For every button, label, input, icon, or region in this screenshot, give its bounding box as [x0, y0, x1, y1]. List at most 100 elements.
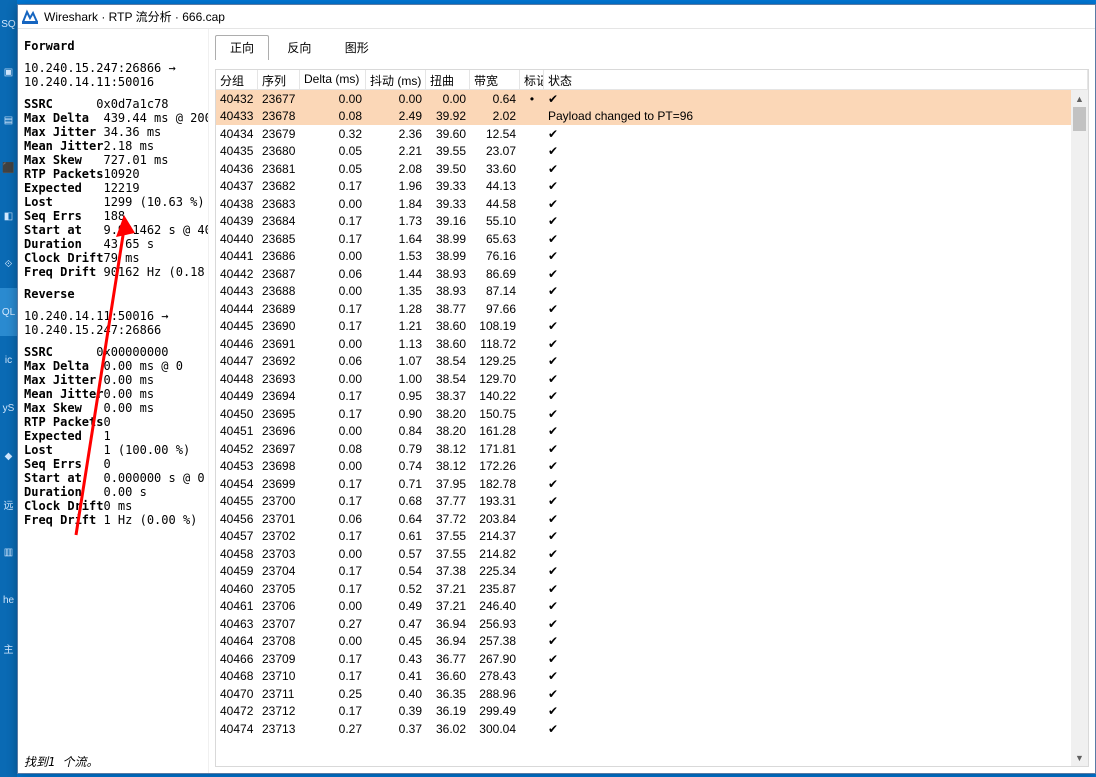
cell-status: ✔: [544, 407, 1088, 421]
cell-group: 40456: [216, 512, 258, 526]
cell-skew: 38.99: [426, 232, 470, 246]
cell-delta: 0.00: [300, 547, 366, 561]
cell-skew: 36.02: [426, 722, 470, 736]
table-row[interactable]: 40449236940.170.9538.37140.22✔: [216, 388, 1088, 406]
cell-bw: 256.93: [470, 617, 520, 631]
col-status[interactable]: 状态: [544, 70, 1088, 89]
table-row[interactable]: 40463237070.270.4736.94256.93✔: [216, 615, 1088, 633]
desktop-icon[interactable]: ▣: [0, 48, 17, 96]
table-body[interactable]: 40432236770.000.000.000.64•✔40433236780.…: [216, 90, 1088, 766]
table-row[interactable]: 40435236800.052.2139.5523.07✔: [216, 143, 1088, 161]
scrollbar[interactable]: ▲ ▼: [1071, 90, 1088, 766]
titlebar[interactable]: Wireshark · RTP 流分析 · 666.cap: [18, 5, 1095, 29]
cell-status: ✔: [544, 687, 1088, 701]
table-header[interactable]: 分组 序列 Delta (ms) 抖动 (ms) 扭曲 带宽 标记 状态: [216, 70, 1088, 90]
table-row[interactable]: 40434236790.322.3639.6012.54✔: [216, 125, 1088, 143]
table-row[interactable]: 40438236830.001.8439.3344.58✔: [216, 195, 1088, 213]
cell-group: 40464: [216, 634, 258, 648]
table-row[interactable]: 40455237000.170.6837.77193.31✔: [216, 493, 1088, 511]
table-row[interactable]: 40447236920.061.0738.54129.25✔: [216, 353, 1088, 371]
cell-seq: 23708: [258, 634, 300, 648]
table-row[interactable]: 40474237130.270.3736.02300.04✔: [216, 720, 1088, 738]
table-row[interactable]: 40443236880.001.3538.9387.14✔: [216, 283, 1088, 301]
table-row[interactable]: 40457237020.170.6137.55214.37✔: [216, 528, 1088, 546]
table-row[interactable]: 40461237060.000.4937.21246.40✔: [216, 598, 1088, 616]
col-bw[interactable]: 带宽: [470, 70, 520, 89]
table-row[interactable]: 40470237110.250.4036.35288.96✔: [216, 685, 1088, 703]
table-row[interactable]: 40466237090.170.4336.77267.90✔: [216, 650, 1088, 668]
table-row[interactable]: 40442236870.061.4438.9386.69✔: [216, 265, 1088, 283]
col-seq[interactable]: 序列: [258, 70, 300, 89]
desktop-icon[interactable]: SQ: [0, 0, 17, 48]
cell-status: ✔: [544, 582, 1088, 596]
tab-reverse[interactable]: 反向: [272, 35, 326, 60]
window-title: Wireshark · RTP 流分析 · 666.cap: [44, 8, 225, 25]
scroll-thumb[interactable]: [1073, 107, 1086, 131]
table-row[interactable]: 40441236860.001.5338.9976.16✔: [216, 248, 1088, 266]
desktop-icon[interactable]: ◆: [0, 432, 17, 480]
desktop-icon[interactable]: ◧: [0, 192, 17, 240]
table-row[interactable]: 40452236970.080.7938.12171.81✔: [216, 440, 1088, 458]
table-row[interactable]: 40439236840.171.7339.1655.10✔: [216, 213, 1088, 231]
cell-group: 40466: [216, 652, 258, 666]
cell-bw: 278.43: [470, 669, 520, 683]
cell-delta: 0.17: [300, 564, 366, 578]
table-row[interactable]: 40460237050.170.5237.21235.87✔: [216, 580, 1088, 598]
cell-bw: 108.19: [470, 319, 520, 333]
desktop-icon[interactable]: ic: [0, 336, 17, 384]
table-row[interactable]: 40472237120.170.3936.19299.49✔: [216, 703, 1088, 721]
col-mark[interactable]: 标记: [520, 70, 544, 89]
table-row[interactable]: 40459237040.170.5437.38225.34✔: [216, 563, 1088, 581]
desktop-icon[interactable]: 主: [0, 624, 17, 672]
cell-delta: 0.00: [300, 284, 366, 298]
cell-status: ✔: [544, 634, 1088, 648]
scroll-down-icon[interactable]: ▼: [1071, 749, 1088, 766]
cell-bw: 300.04: [470, 722, 520, 736]
table-row[interactable]: 40446236910.001.1338.60118.72✔: [216, 335, 1088, 353]
cell-delta: 0.17: [300, 179, 366, 193]
table-row[interactable]: 40451236960.000.8438.20161.28✔: [216, 423, 1088, 441]
table-row[interactable]: 40468237100.170.4136.60278.43✔: [216, 668, 1088, 686]
cell-status: ✔: [544, 214, 1088, 228]
cell-jitter: 1.64: [366, 232, 426, 246]
table-row[interactable]: 40456237010.060.6437.72203.84✔: [216, 510, 1088, 528]
table-row[interactable]: 40445236900.171.2138.60108.19✔: [216, 318, 1088, 336]
scroll-up-icon[interactable]: ▲: [1071, 90, 1088, 107]
tab-graph[interactable]: 图形: [330, 35, 384, 60]
desktop-icon[interactable]: ⟐: [0, 240, 17, 288]
cell-jitter: 0.95: [366, 389, 426, 403]
table-row[interactable]: 40432236770.000.000.000.64•✔: [216, 90, 1088, 108]
table-row[interactable]: 40437236820.171.9639.3344.13✔: [216, 178, 1088, 196]
col-delta[interactable]: Delta (ms): [300, 70, 366, 89]
table-row[interactable]: 40444236890.171.2838.7797.66✔: [216, 300, 1088, 318]
table-row[interactable]: 40436236810.052.0839.5033.60✔: [216, 160, 1088, 178]
desktop-icon[interactable]: 远: [0, 480, 17, 528]
desktop-icon[interactable]: ⬛: [0, 144, 17, 192]
cell-bw: 171.81: [470, 442, 520, 456]
desktop-icon[interactable]: yS: [0, 384, 17, 432]
table-row[interactable]: 40448236930.001.0038.54129.70✔: [216, 370, 1088, 388]
table-row[interactable]: 40458237030.000.5737.55214.82✔: [216, 545, 1088, 563]
cell-skew: 37.77: [426, 494, 470, 508]
cell-status: ✔: [544, 652, 1088, 666]
col-jitter[interactable]: 抖动 (ms): [366, 70, 426, 89]
rev-rtp-v: 0: [103, 415, 110, 429]
table-row[interactable]: 40450236950.170.9038.20150.75✔: [216, 405, 1088, 423]
cell-seq: 23713: [258, 722, 300, 736]
desktop-icon[interactable]: ▤: [0, 96, 17, 144]
cell-bw: 140.22: [470, 389, 520, 403]
col-group[interactable]: 分组: [216, 70, 258, 89]
cell-group: 40470: [216, 687, 258, 701]
table-row[interactable]: 40433236780.082.4939.922.02Payload chang…: [216, 108, 1088, 126]
tab-forward[interactable]: 正向: [215, 35, 269, 60]
table-row[interactable]: 40454236990.170.7137.95182.78✔: [216, 475, 1088, 493]
desktop-icon[interactable]: QL: [0, 288, 17, 336]
table-row[interactable]: 40440236850.171.6438.9965.63✔: [216, 230, 1088, 248]
desktop-icon[interactable]: ▥: [0, 528, 17, 576]
desktop-icon[interactable]: he: [0, 576, 17, 624]
table-row[interactable]: 40464237080.000.4536.94257.38✔: [216, 633, 1088, 651]
reverse-heading: Reverse: [24, 287, 75, 301]
table-row[interactable]: 40453236980.000.7438.12172.26✔: [216, 458, 1088, 476]
col-skew[interactable]: 扭曲: [426, 70, 470, 89]
cell-group: 40447: [216, 354, 258, 368]
